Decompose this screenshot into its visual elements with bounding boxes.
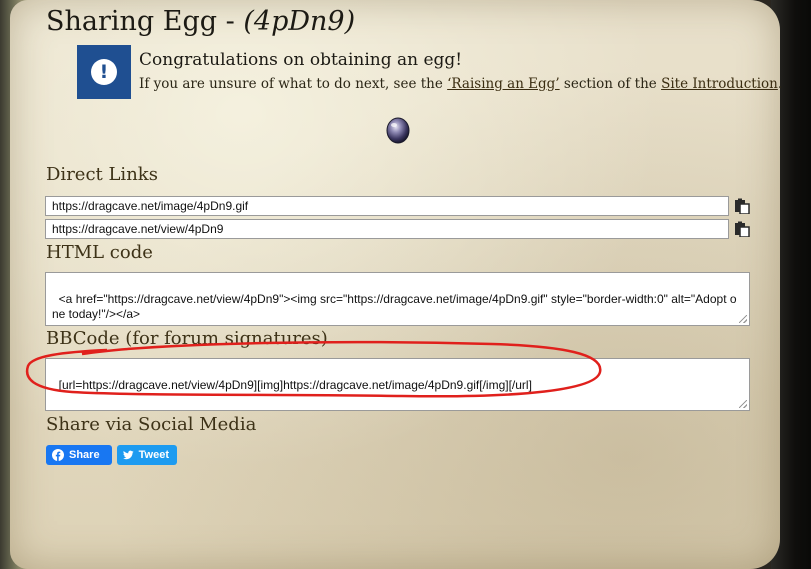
resize-handle[interactable] bbox=[739, 315, 747, 323]
site-introduction-link[interactable]: Site Introduction bbox=[661, 76, 778, 92]
bbcode-heading: BBCode (for forum signatures) bbox=[46, 328, 328, 349]
view-url-field[interactable]: https://dragcave.net/view/4pDn9 bbox=[45, 219, 729, 239]
facebook-share-label: Share bbox=[69, 449, 100, 461]
egg-code: (4pDn9) bbox=[243, 6, 356, 37]
notice-box: ! Congratulations on obtaining an egg! I… bbox=[77, 45, 782, 99]
twitter-tweet-button[interactable]: Tweet bbox=[117, 445, 177, 465]
clipboard-icon[interactable] bbox=[734, 198, 750, 214]
html-code-textarea[interactable]: <a href="https://dragcave.net/view/4pDn9… bbox=[45, 272, 750, 326]
twitter-bird-icon bbox=[123, 450, 134, 460]
notice-text: If you are unsure of what to do next, se… bbox=[139, 76, 783, 92]
bbcode-value: [url=https://dragcave.net/view/4pDn9][im… bbox=[58, 378, 532, 392]
notice-heading: Congratulations on obtaining an egg! bbox=[139, 50, 463, 70]
image-url-field[interactable]: https://dragcave.net/image/4pDn9.gif bbox=[45, 196, 729, 216]
facebook-share-button[interactable]: Share bbox=[46, 445, 112, 465]
html-code-heading: HTML code bbox=[46, 242, 153, 263]
resize-handle[interactable] bbox=[739, 400, 747, 408]
raising-an-egg-link[interactable]: ‘Raising an Egg’ bbox=[447, 76, 559, 92]
clipboard-icon[interactable] bbox=[734, 221, 750, 237]
exclamation-icon: ! bbox=[77, 45, 131, 99]
direct-links-heading: Direct Links bbox=[46, 164, 158, 185]
page-title: Sharing Egg - (4pDn9) bbox=[46, 6, 355, 37]
social-media-heading: Share via Social Media bbox=[46, 414, 257, 435]
html-code-value: <a href="https://dragcave.net/view/4pDn9… bbox=[52, 292, 737, 321]
page-title-prefix: Sharing Egg - bbox=[46, 6, 244, 37]
bbcode-textarea[interactable]: [url=https://dragcave.net/view/4pDn9][im… bbox=[45, 358, 750, 411]
facebook-icon bbox=[52, 449, 64, 461]
twitter-tweet-label: Tweet bbox=[138, 449, 169, 461]
egg-icon bbox=[386, 117, 410, 144]
